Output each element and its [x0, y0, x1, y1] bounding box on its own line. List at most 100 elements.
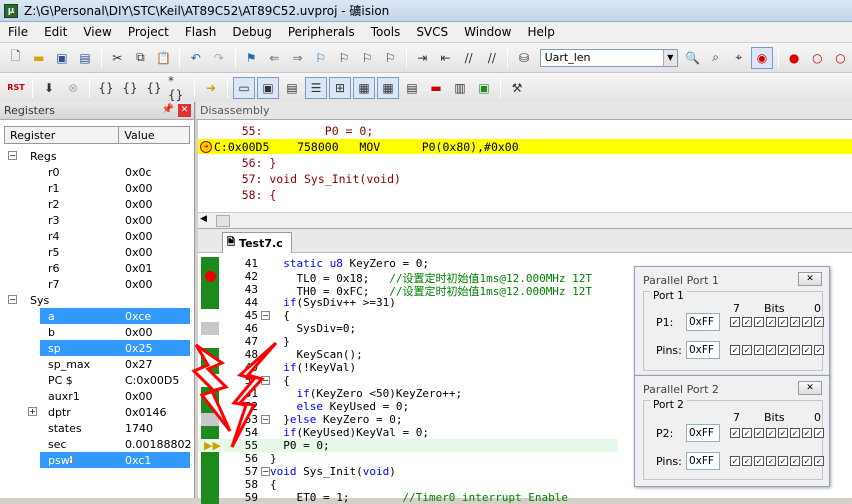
debug-session-icon[interactable]: ◉: [751, 46, 773, 69]
tab-test7[interactable]: 🗎 Test7.c: [222, 232, 292, 253]
reset-icon[interactable]: RST: [5, 77, 27, 99]
register-value[interactable]: 0x25: [125, 342, 153, 355]
serial-window-icon[interactable]: ▤: [401, 77, 423, 99]
step-into-icon[interactable]: {}: [95, 77, 117, 99]
bit-checkbox[interactable]: ✓: [790, 456, 800, 466]
cut-icon[interactable]: ✂: [107, 47, 128, 69]
bit-checkbox[interactable]: ✓: [802, 428, 812, 438]
bit-checkbox[interactable]: ✓: [730, 345, 740, 355]
menu-help[interactable]: Help: [519, 25, 562, 39]
open-folder-icon[interactable]: ▬: [28, 47, 49, 69]
register-value[interactable]: 0x00: [125, 390, 153, 403]
code-line[interactable]: 57− void Sys_Init(void): [198, 465, 618, 478]
menu-debug[interactable]: Debug: [224, 25, 279, 39]
register-row[interactable]: a 0xce: [40, 308, 190, 324]
menu-edit[interactable]: Edit: [36, 25, 75, 39]
menu-window[interactable]: Window: [456, 25, 519, 39]
uncomment-icon[interactable]: //: [481, 47, 502, 69]
bookmark-next-icon[interactable]: ⚐: [356, 47, 377, 69]
run-to-cursor-icon[interactable]: *{}: [167, 74, 189, 102]
code-line[interactable]: 46 SysDiv=0;: [198, 322, 618, 335]
register-group-regs[interactable]: − Regs: [4, 148, 190, 164]
pin-icon[interactable]: 📌: [162, 104, 174, 115]
register-group-sys[interactable]: − Sys: [4, 292, 190, 308]
bookmark-prev-icon[interactable]: ⚐: [333, 47, 354, 69]
disassembly-line[interactable]: 56: }: [198, 155, 852, 170]
bit-checkbox[interactable]: ✓: [778, 428, 788, 438]
close-icon[interactable]: ✕: [798, 272, 822, 286]
disassembly-current-line[interactable]: ➜ C:0x00D5 758000 MOV P0(0x80),#0x00: [198, 139, 852, 154]
paste-icon[interactable]: 📋: [153, 47, 174, 69]
bit-checkbox[interactable]: ✓: [754, 345, 764, 355]
breakpoint-clear-icon[interactable]: ○: [830, 47, 851, 69]
register-value[interactable]: 0x00: [125, 326, 153, 339]
column-register[interactable]: Register: [5, 127, 120, 143]
code-line[interactable]: 42 TL0 = 0x18; //设置定时初始值1ms@12.000MHz 12…: [198, 270, 618, 285]
register-value[interactable]: 0x0c: [125, 166, 152, 179]
bit-checkbox[interactable]: ✓: [814, 428, 824, 438]
debug-start-icon[interactable]: ⌖: [728, 47, 749, 69]
bit-checkbox[interactable]: ✓: [766, 345, 776, 355]
bit-checkbox[interactable]: ✓: [742, 428, 752, 438]
watch-window-icon[interactable]: ▦: [353, 76, 375, 99]
register-value[interactable]: 0x00: [125, 198, 153, 211]
register-value[interactable]: 0x00: [125, 214, 153, 227]
bit-checkbox[interactable]: ✓: [814, 317, 824, 327]
register-value[interactable]: 0xc1: [125, 454, 151, 467]
memory-window-icon[interactable]: ▦: [377, 76, 399, 99]
column-value[interactable]: Value: [119, 127, 189, 143]
disassembly-hscrollbar[interactable]: ◀: [198, 212, 852, 228]
disassembly-line[interactable]: 58: {: [198, 187, 852, 202]
bit-checkbox[interactable]: ✓: [730, 428, 740, 438]
indent-icon[interactable]: ⇥: [412, 47, 433, 69]
find-icon[interactable]: 🔍: [682, 47, 703, 69]
register-value[interactable]: 0x27: [125, 358, 153, 371]
bit-checkbox[interactable]: ✓: [766, 456, 776, 466]
register-value[interactable]: 0x01: [125, 262, 153, 275]
bit-checkbox[interactable]: ✓: [802, 317, 812, 327]
collapse-icon[interactable]: −: [8, 295, 17, 304]
navigate-prev-icon[interactable]: ⇐: [264, 47, 285, 69]
menu-view[interactable]: View: [75, 25, 119, 39]
fold-icon[interactable]: −: [261, 311, 270, 320]
bit-checkbox[interactable]: ✓: [802, 345, 812, 355]
bit-checkbox[interactable]: ✓: [766, 317, 776, 327]
stop-icon[interactable]: ⊗: [62, 77, 84, 99]
fold-icon[interactable]: −: [261, 467, 270, 476]
menu-svcs[interactable]: SVCS: [408, 25, 456, 39]
new-file-icon[interactable]: 🗋: [5, 47, 26, 69]
bit-checkbox[interactable]: ✓: [742, 345, 752, 355]
register-value[interactable]: 0x00: [125, 246, 153, 259]
register-row[interactable]: r4 0x00: [4, 228, 190, 244]
undo-icon[interactable]: ↶: [185, 47, 206, 69]
disassembly-line[interactable]: 57: void Sys_Init(void): [198, 171, 852, 186]
register-row[interactable]: r1 0x00: [4, 180, 190, 196]
bit-checkbox[interactable]: ✓: [778, 317, 788, 327]
copy-icon[interactable]: ⧉: [130, 47, 151, 69]
register-row[interactable]: r2 0x00: [4, 196, 190, 212]
disassembly-line[interactable]: 55: P0 = 0;: [198, 123, 852, 138]
find-in-files-icon[interactable]: ⛁: [513, 47, 534, 69]
symbols-window-icon[interactable]: ▤: [281, 77, 303, 99]
redo-icon[interactable]: ↷: [208, 47, 229, 69]
navigate-back-icon[interactable]: ⚑: [241, 47, 262, 69]
disassembly-window-icon[interactable]: ▣: [257, 76, 279, 99]
bit-checkbox[interactable]: ✓: [790, 317, 800, 327]
scroll-thumb[interactable]: [216, 215, 230, 227]
register-value[interactable]: 0x00: [125, 230, 153, 243]
register-row[interactable]: r3 0x00: [4, 212, 190, 228]
bit-checkbox[interactable]: ✓: [730, 317, 740, 327]
save-all-icon[interactable]: ▤: [75, 47, 96, 69]
register-value[interactable]: 1740: [125, 422, 153, 435]
menu-project[interactable]: Project: [120, 25, 177, 39]
bit-checkbox[interactable]: ✓: [742, 317, 752, 327]
bit-checkbox[interactable]: ✓: [742, 456, 752, 466]
bookmark-icon[interactable]: ⚐: [310, 47, 331, 69]
registers-window-icon[interactable]: ☰: [305, 76, 327, 99]
menu-tools[interactable]: Tools: [363, 25, 409, 39]
bit-checkbox[interactable]: ✓: [754, 317, 764, 327]
scroll-left-icon[interactable]: ◀: [200, 214, 207, 224]
code-line[interactable]: 45− {: [198, 309, 618, 322]
bit-checkbox[interactable]: ✓: [814, 456, 824, 466]
code-line[interactable]: 58 {: [198, 478, 618, 491]
